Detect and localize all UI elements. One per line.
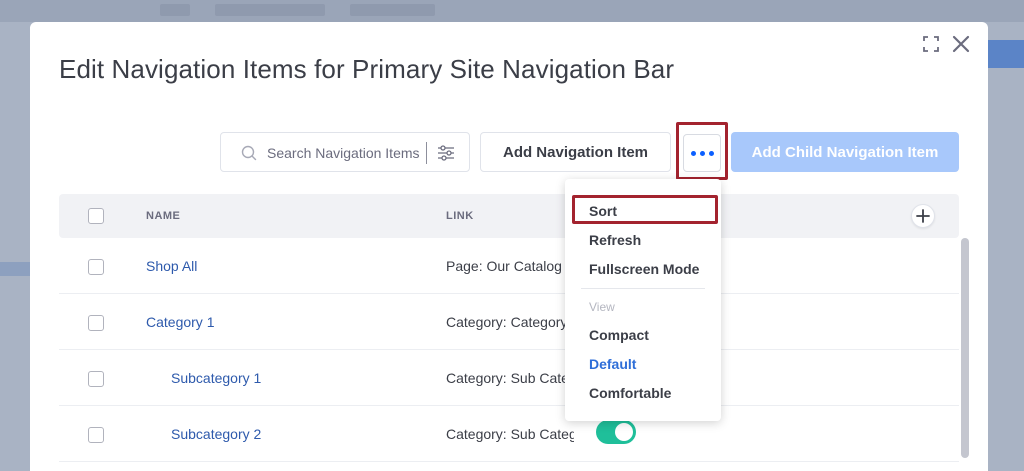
add-child-navigation-item-button[interactable]: Add Child Navigation Item: [731, 132, 959, 172]
edit-navigation-modal: Edit Navigation Items for Primary Site N…: [30, 22, 988, 471]
table-row[interactable]: Category 1 Category: Category 1: [59, 294, 959, 350]
add-column-button[interactable]: [911, 204, 935, 228]
plus-icon: [916, 209, 930, 223]
background-header: [0, 0, 1024, 22]
table-row[interactable]: Shop All Page: Our Catalog: [59, 238, 959, 294]
row-checkbox[interactable]: [88, 371, 104, 387]
table-row[interactable]: Subcategory 2 Category: Sub Category 2: [59, 406, 959, 462]
row-link: Category: Sub Category 2: [446, 426, 574, 442]
filter-icon[interactable]: [437, 144, 455, 162]
more-actions-menu: Sort Refresh Fullscreen Mode View Compac…: [565, 179, 721, 421]
menu-item-compact[interactable]: Compact: [589, 327, 649, 343]
search-box: [220, 132, 470, 172]
menu-item-refresh[interactable]: Refresh: [589, 232, 641, 248]
select-all-checkbox[interactable]: [88, 208, 104, 224]
column-header-name: NAME: [146, 210, 181, 222]
menu-divider: [581, 288, 705, 289]
table-row[interactable]: Subcategory 1 Category: Sub Category 1: [59, 350, 959, 406]
row-link: Category: Sub Category 1: [446, 370, 574, 386]
menu-item-fullscreen[interactable]: Fullscreen Mode: [589, 261, 699, 277]
menu-item-comfortable[interactable]: Comfortable: [589, 385, 671, 401]
search-icon: [241, 145, 257, 161]
add-navigation-item-button[interactable]: Add Navigation Item: [480, 132, 671, 172]
background-crumb: [160, 4, 190, 16]
table-header: NAME LINK: [59, 194, 959, 238]
row-link: Category: Category 1: [446, 314, 574, 330]
scrollbar[interactable]: [961, 238, 969, 458]
search-input[interactable]: [267, 142, 427, 164]
row-name-link[interactable]: Subcategory 1: [171, 370, 261, 386]
background-strip: [0, 262, 30, 276]
modal-title: Edit Navigation Items for Primary Site N…: [59, 54, 675, 84]
toggle-knob: [615, 423, 633, 441]
expand-icon[interactable]: [923, 36, 939, 52]
row-name-link[interactable]: Shop All: [146, 258, 197, 274]
row-checkbox[interactable]: [88, 315, 104, 331]
row-checkbox[interactable]: [88, 427, 104, 443]
sort-highlight: [572, 195, 718, 224]
row-checkbox[interactable]: [88, 259, 104, 275]
column-header-link: LINK: [446, 210, 474, 222]
background-crumb: [350, 4, 435, 16]
menu-item-default[interactable]: Default: [589, 356, 636, 372]
more-button-highlight: [676, 122, 728, 180]
menu-section-view: View: [589, 300, 615, 314]
row-name-link[interactable]: Subcategory 2: [171, 426, 261, 442]
background-button: [984, 40, 1024, 68]
visibility-toggle[interactable]: [596, 420, 636, 444]
background-crumb: [215, 4, 325, 16]
row-name-link[interactable]: Category 1: [146, 314, 214, 330]
row-link: Page: Our Catalog: [446, 258, 562, 274]
close-icon[interactable]: [951, 34, 971, 54]
